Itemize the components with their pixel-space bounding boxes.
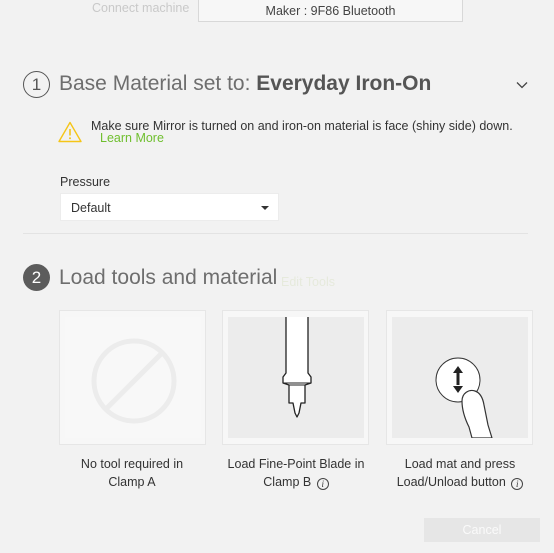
learn-more-link[interactable]: Learn More [100,131,164,145]
clamp-b-caption-line1: Load Fine-Point Blade in [227,457,365,471]
clamp-b-caption-line2: Clamp B [263,475,312,489]
clamp-a-caption-line2: Clamp A [108,475,156,489]
step-1-title-prefix: Base Material set to: [59,72,257,95]
connect-machine-row: Connect machine Maker : 9F86 Bluetooth [0,0,554,22]
info-icon[interactable]: i [511,478,524,490]
step-1-title: Base Material set to: Everyday Iron-On [59,72,431,96]
load-mat-card [386,310,533,445]
clamp-b-image [228,317,364,438]
clamp-a-caption-line1: No tool required in [80,457,184,471]
load-mat-caption: Load mat and press Load/Unload button i [380,455,540,491]
connect-machine-label: Connect machine [92,1,190,15]
clamp-a-caption: No tool required in Clamp A [52,455,212,491]
clamp-a-image [65,317,201,438]
step-2-title: Load tools and material [59,266,278,289]
pressure-value: Default [71,201,111,215]
chevron-down-icon[interactable] [516,79,528,91]
caret-down-icon [261,206,269,210]
info-icon[interactable]: i [316,478,329,490]
step-1-number: 1 [23,71,50,98]
pressure-label: Pressure [60,175,111,189]
section-divider [23,233,528,234]
step-2-number: 2 [23,264,50,291]
load-unload-button-icon [435,357,493,439]
material-name: Everyday Iron-On [256,72,432,95]
clamp-b-caption: Load Fine-Point Blade in Clamp B i [216,455,376,491]
clamp-b-card [222,310,369,445]
load-mat-caption-line2: Load/Unload button [396,475,506,489]
pressure-select[interactable]: Default [60,193,279,221]
load-mat-image [392,317,528,439]
warning-icon [58,121,82,143]
load-mat-caption-line1: Load mat and press [404,457,516,471]
edit-tools-link[interactable]: Edit Tools [281,275,335,289]
no-tool-icon [91,338,177,424]
machine-selector[interactable]: Maker : 9F86 Bluetooth [198,0,463,22]
cancel-button[interactable]: Cancel [424,518,540,542]
fine-point-blade-icon [282,317,312,418]
clamp-a-card [59,310,206,445]
